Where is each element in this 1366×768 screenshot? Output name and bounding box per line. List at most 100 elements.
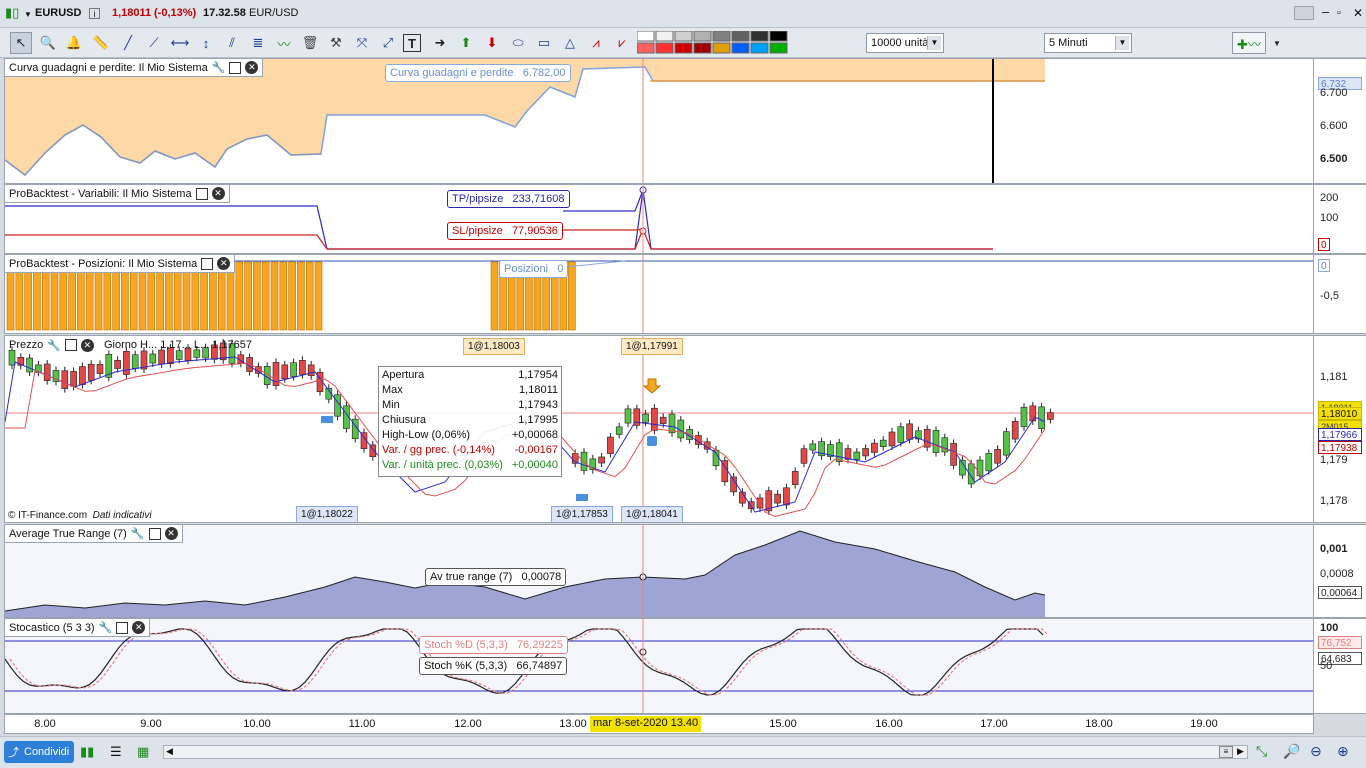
wrench-icon[interactable]: 🔧 [47, 339, 61, 352]
table-icon[interactable]: ▦ [137, 744, 149, 760]
minimize-button[interactable]: – [1322, 4, 1329, 19]
close-icon[interactable]: ✕ [245, 61, 259, 74]
wrench-icon[interactable]: 🔧 [131, 527, 145, 540]
hammer-icon[interactable]: ⚒ [325, 32, 347, 54]
candles-icon[interactable]: ▮▮ [80, 744, 94, 760]
symbol-label[interactable]: EURUSD [35, 7, 81, 19]
channel-icon[interactable]: ⫽ [221, 32, 243, 54]
color-swatch[interactable] [769, 31, 788, 42]
window-icon[interactable] [229, 61, 242, 74]
color-swatch[interactable] [637, 42, 655, 54]
candle-body [615, 426, 623, 435]
color-swatch[interactable] [655, 42, 674, 54]
color-swatch[interactable] [731, 31, 750, 42]
window-icon[interactable] [148, 527, 161, 540]
wrench-icon[interactable]: 🔧 [99, 621, 113, 634]
wave-icon[interactable]: 〰 [273, 32, 295, 54]
scroll-left-icon[interactable]: ◀ [166, 746, 173, 757]
color-swatch[interactable] [693, 42, 712, 54]
trade-tag[interactable]: 1@1,18003 [463, 338, 525, 355]
auto-scale-icon[interactable]: ⤡ [1256, 743, 1267, 760]
alert-bell-icon[interactable]: 🔔 [63, 32, 85, 54]
color-swatch[interactable] [750, 31, 769, 42]
trash-icon[interactable]: 🗑 [299, 32, 321, 54]
color-swatch[interactable] [769, 42, 788, 54]
share-button[interactable]: ⤴ Condividi [4, 741, 74, 763]
positions-panel[interactable]: ProBacktest - Posizioni: Il Mio Sistema … [4, 254, 1314, 334]
window-icon[interactable] [116, 621, 129, 634]
trade-tag[interactable]: 1@1,18041 [621, 506, 683, 522]
info-icon[interactable]: i [89, 8, 100, 19]
variables-panel[interactable]: ProBacktest - Variabili: Il Mio Sistema … [4, 184, 1314, 254]
horizontal-line-icon[interactable]: ⟷ [169, 32, 191, 54]
vertical-line-icon[interactable]: ↕ [195, 32, 217, 54]
chevron-down-icon[interactable]: ▼ [1115, 36, 1129, 50]
color-swatch[interactable] [750, 42, 769, 54]
list-icon[interactable]: ☰ [110, 744, 122, 760]
color-swatch[interactable] [674, 31, 693, 42]
rectangle-icon[interactable]: ▭ [533, 32, 555, 54]
close-button[interactable]: ✕ [1353, 6, 1363, 20]
horizontal-scrollbar[interactable]: ◀ ≡ ▶ [163, 745, 1248, 759]
pattern-icon[interactable]: ⩘ [585, 32, 607, 54]
price-panel[interactable]: Prezzo 🔧 ✕ Giorno H... 1,17... L... 1,17… [4, 335, 1314, 523]
timeframe-value: 5 Minuti [1049, 37, 1088, 49]
timeframe-select[interactable]: 5 Minuti ▼ [1044, 33, 1132, 53]
ellipse-icon[interactable]: ⬭ [507, 32, 529, 54]
scale-highlight: 0,00064 [1318, 586, 1362, 599]
color-swatch[interactable] [637, 31, 655, 42]
close-icon[interactable]: ✕ [211, 187, 225, 200]
zoom-fit-icon[interactable]: 🔎 [1283, 743, 1300, 760]
color-swatch[interactable] [731, 42, 750, 54]
close-icon[interactable]: ✕ [217, 257, 231, 270]
color-swatch[interactable] [712, 42, 731, 54]
arrow-down-icon[interactable]: ⬇ [481, 32, 503, 54]
stochastic-plot [5, 619, 1313, 713]
arrow-right-icon[interactable]: ➜ [429, 32, 451, 54]
window-icon[interactable] [195, 187, 208, 200]
resize-icon[interactable]: ⤢ [377, 32, 399, 54]
color-swatch[interactable] [712, 31, 731, 42]
atr-panel[interactable]: Average True Range (7) 🔧 ✕ Av true range… [4, 524, 1314, 618]
trade-tag[interactable]: 1@1,17853 [551, 506, 613, 522]
stochastic-panel[interactable]: Stocastico (5 3 3) 🔧 ✕ Stoch %D (5,3,3) … [4, 618, 1314, 714]
zoom-icon[interactable]: 🔍 [37, 32, 59, 54]
indicator-icon[interactable]: ✚〰 [1232, 32, 1266, 54]
color-swatch[interactable] [655, 31, 674, 42]
window-icon[interactable] [64, 339, 77, 351]
chevron-down-icon[interactable]: ▼ [1266, 32, 1288, 54]
chevron-down-icon[interactable]: ▼ [927, 36, 941, 50]
wrench-icon[interactable]: 🔧 [212, 61, 226, 74]
candle-body [783, 487, 790, 506]
close-icon[interactable]: ✕ [132, 621, 146, 634]
share-icon: ⤴ [8, 747, 19, 759]
window-icon[interactable] [201, 257, 214, 270]
segment-icon[interactable]: ╱ [117, 32, 139, 54]
color-palette[interactable] [637, 31, 789, 55]
zoom-in-icon[interactable]: ⊕ [1337, 743, 1349, 760]
cursor-icon[interactable]: ↖ [10, 32, 32, 54]
equity-curve-panel[interactable]: Curva guadagni e perdite: Il Mio Sistema… [4, 58, 1314, 184]
fan-icon[interactable]: ⩗ [611, 32, 633, 54]
position-bar [288, 261, 296, 331]
trade-tag[interactable]: 1@1,17991 [621, 338, 683, 355]
arrow-up-icon[interactable]: ⬆ [455, 32, 477, 54]
color-swatch[interactable] [674, 42, 693, 54]
scroll-right-icon[interactable]: ▶ [1237, 746, 1244, 757]
cross-line-icon[interactable]: ⤧ [351, 32, 373, 54]
line-icon[interactable]: ⟋ [143, 32, 165, 54]
close-icon[interactable]: ✕ [164, 527, 178, 540]
close-icon[interactable]: ✕ [80, 338, 94, 352]
triangle-icon[interactable]: △ [559, 32, 581, 54]
ruler-icon[interactable]: 📏 [90, 32, 112, 54]
trade-tag[interactable]: 1@1,18022 [296, 506, 358, 522]
color-swatch[interactable] [693, 31, 712, 42]
keyboard-icon[interactable] [1294, 6, 1314, 20]
maximize-button[interactable]: ▫ [1337, 7, 1341, 19]
chevron-down-icon[interactable]: ▼ [24, 10, 32, 19]
scroll-thumb[interactable]: ≡ [1219, 746, 1233, 758]
quantity-select[interactable]: 10000 unità ▼ [866, 33, 944, 53]
zoom-out-icon[interactable]: ⊖ [1310, 743, 1322, 760]
fibonacci-icon[interactable]: ≣ [247, 32, 269, 54]
text-tool-icon[interactable]: T [403, 34, 421, 52]
